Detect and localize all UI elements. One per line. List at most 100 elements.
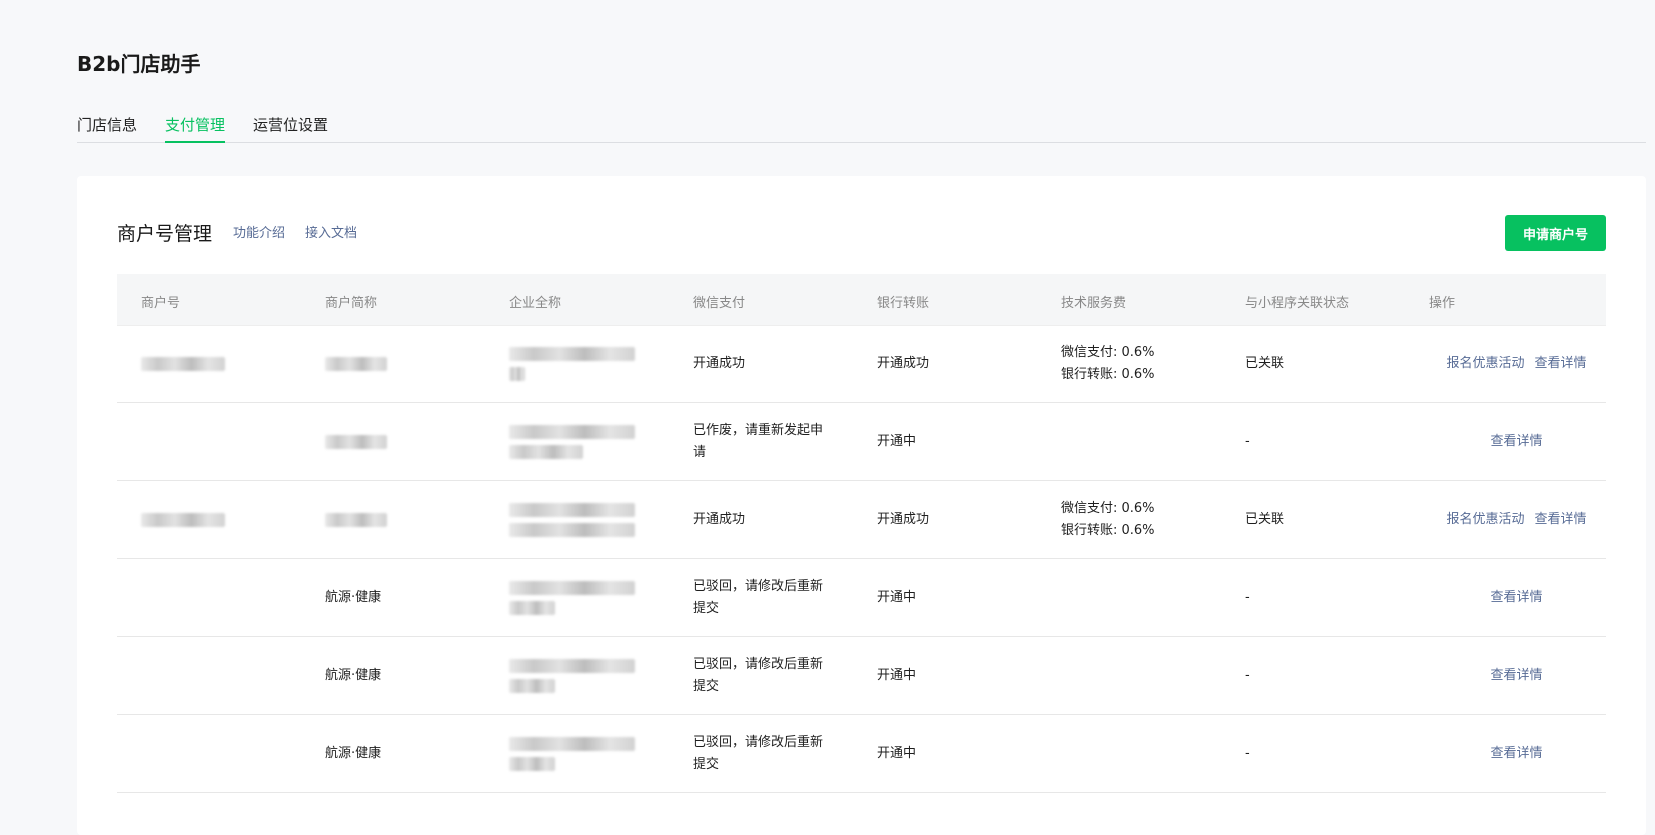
merchant-no-cell: [141, 715, 301, 792]
header-service-fee: 技术服务费: [1061, 296, 1127, 311]
app-title: B2b门店助手: [77, 52, 201, 76]
short-name-cell: 航源·健康: [325, 667, 382, 683]
page: B2b门店助手 门店信息 支付管理 运营位设置 商户号管理 功能介绍 接入文档 …: [0, 0, 1655, 835]
feature-intro-link[interactable]: 功能介绍: [233, 222, 285, 241]
bank-transfer-status: 开通成功: [877, 356, 930, 371]
tab-operation-slot-settings[interactable]: 运营位设置: [253, 114, 328, 143]
link-status: -: [1245, 433, 1250, 449]
header-link-status: 与小程序关联状态: [1245, 296, 1350, 311]
apply-merchant-button[interactable]: 申请商户号: [1505, 215, 1606, 251]
bank-transfer-status: 开通中: [877, 589, 917, 605]
actions-cell: 查看详情: [1429, 403, 1604, 480]
table-header: 商户号 商户简称 企业全称 微信支付 银行转账 技术服务费 与小程序关联状态 操…: [117, 274, 1606, 326]
redacted-merchant-no: [141, 357, 225, 371]
wechat-pay-status: 已驳回，请修改后重新提交: [693, 734, 824, 772]
actions-cell: 查看详情: [1429, 715, 1604, 792]
header-short-name: 商户简称: [325, 296, 378, 311]
short-name-cell: 航源·健康: [325, 745, 382, 761]
view-details-link[interactable]: 查看详情: [1535, 353, 1587, 375]
tab-store-info[interactable]: 门店信息: [77, 114, 137, 143]
view-details-link[interactable]: 查看详情: [1535, 509, 1587, 531]
service-fee-cell: 微信支付: 0.6% 银行转账: 0.6%: [1061, 481, 1231, 558]
redacted-full-name: [509, 502, 635, 517]
redacted-short-name: [325, 434, 387, 449]
wechat-pay-status: 开通成功: [693, 356, 746, 371]
full-name-cell: [509, 715, 669, 792]
join-promotion-link[interactable]: 报名优惠活动: [1446, 353, 1524, 375]
join-promotion-link[interactable]: 报名优惠活动: [1446, 509, 1524, 531]
redacted-merchant-no: [141, 512, 225, 527]
wechat-pay-status: 已作废，请重新发起申请: [693, 422, 824, 460]
actions-cell: 报名优惠活动 查看详情: [1429, 481, 1604, 558]
link-status: -: [1245, 667, 1250, 683]
wechat-pay-status: 开通成功: [693, 511, 746, 527]
bank-transfer-status: 开通中: [877, 667, 917, 683]
redacted-full-name: [509, 600, 555, 615]
table-row: 航源·健康 已驳回，请修改后重新提交 开通中 - 查看详情: [117, 637, 1606, 715]
bank-transfer-status: 开通中: [877, 745, 917, 761]
section-title: 商户号管理: [117, 223, 213, 245]
bank-transfer-status: 开通中: [877, 433, 917, 449]
actions-cell: 查看详情: [1429, 637, 1604, 714]
full-name-cell: [509, 326, 669, 402]
redacted-full-name: [509, 580, 635, 595]
service-fee-cell: [1061, 403, 1231, 480]
link-status: 已关联: [1245, 511, 1285, 527]
service-fee-cell: [1061, 715, 1231, 792]
redacted-full-name: [509, 367, 525, 381]
short-name-cell: [325, 481, 485, 558]
header-actions: 操作: [1429, 296, 1456, 311]
fee-bank: 银行转账: 0.6%: [1061, 522, 1155, 538]
view-details-link[interactable]: 查看详情: [1490, 743, 1542, 765]
wechat-pay-status: 已驳回，请修改后重新提交: [693, 656, 824, 694]
full-name-cell: [509, 559, 669, 636]
link-status: 已关联: [1245, 356, 1285, 371]
redacted-full-name: [509, 522, 635, 537]
view-details-link[interactable]: 查看详情: [1490, 431, 1542, 453]
integration-docs-link[interactable]: 接入文档: [305, 222, 357, 241]
view-details-link[interactable]: 查看详情: [1490, 665, 1542, 687]
full-name-cell: [509, 403, 669, 480]
fee-wechat: 微信支付: 0.6%: [1061, 500, 1155, 516]
redacted-full-name: [509, 678, 555, 693]
table-row: 已作废，请重新发起申请 开通中 - 查看详情: [117, 403, 1606, 481]
header-full-name: 企业全称: [509, 296, 562, 311]
redacted-full-name: [509, 756, 555, 771]
service-fee-cell: [1061, 637, 1231, 714]
link-status: -: [1245, 589, 1250, 605]
view-details-link[interactable]: 查看详情: [1490, 587, 1542, 609]
redacted-full-name: [509, 658, 635, 673]
redacted-full-name: [509, 424, 635, 439]
merchant-table: 商户号 商户简称 企业全称 微信支付 银行转账 技术服务费 与小程序关联状态 操…: [117, 274, 1606, 793]
merchant-no-cell: [141, 403, 301, 480]
merchant-no-cell: [141, 637, 301, 714]
actions-cell: 报名优惠活动 查看详情: [1429, 326, 1604, 402]
table-row: 航源·健康 已驳回，请修改后重新提交 开通中 - 查看详情: [117, 559, 1606, 637]
header-merchant-no: 商户号: [141, 296, 181, 311]
fee-wechat: 微信支付: 0.6%: [1061, 345, 1155, 360]
table-row: 开通成功 开通成功 微信支付: 0.6% 银行转账: 0.6% 已关联 报名优惠…: [117, 326, 1606, 403]
short-name-cell: 航源·健康: [325, 589, 382, 605]
table-row: 航源·健康 已驳回，请修改后重新提交 开通中 - 查看详情: [117, 715, 1606, 793]
redacted-short-name: [325, 357, 387, 371]
actions-cell: 查看详情: [1429, 559, 1604, 636]
redacted-full-name: [509, 347, 635, 361]
header-wechat-pay: 微信支付: [693, 296, 746, 311]
header-bank-transfer: 银行转账: [877, 296, 930, 311]
redacted-full-name: [509, 736, 635, 751]
short-name-cell: [325, 326, 485, 402]
service-fee-cell: [1061, 559, 1231, 636]
redacted-short-name: [325, 512, 387, 527]
merchant-no-cell: [141, 559, 301, 636]
link-status: -: [1245, 745, 1250, 761]
short-name-cell: [325, 403, 485, 480]
merchant-card: 商户号管理 功能介绍 接入文档 申请商户号 商户号 商户简称 企业全称 微信支付…: [77, 176, 1646, 835]
service-fee-cell: 微信支付: 0.6% 银行转账: 0.6%: [1061, 326, 1231, 402]
bank-transfer-status: 开通成功: [877, 511, 930, 527]
redacted-full-name: [509, 444, 583, 459]
wechat-pay-status: 已驳回，请修改后重新提交: [693, 578, 824, 616]
full-name-cell: [509, 481, 669, 558]
tab-payment-management[interactable]: 支付管理: [165, 114, 226, 143]
fee-bank: 银行转账: 0.6%: [1061, 367, 1155, 382]
tab-bar: 门店信息 支付管理 运营位设置: [77, 114, 1646, 143]
